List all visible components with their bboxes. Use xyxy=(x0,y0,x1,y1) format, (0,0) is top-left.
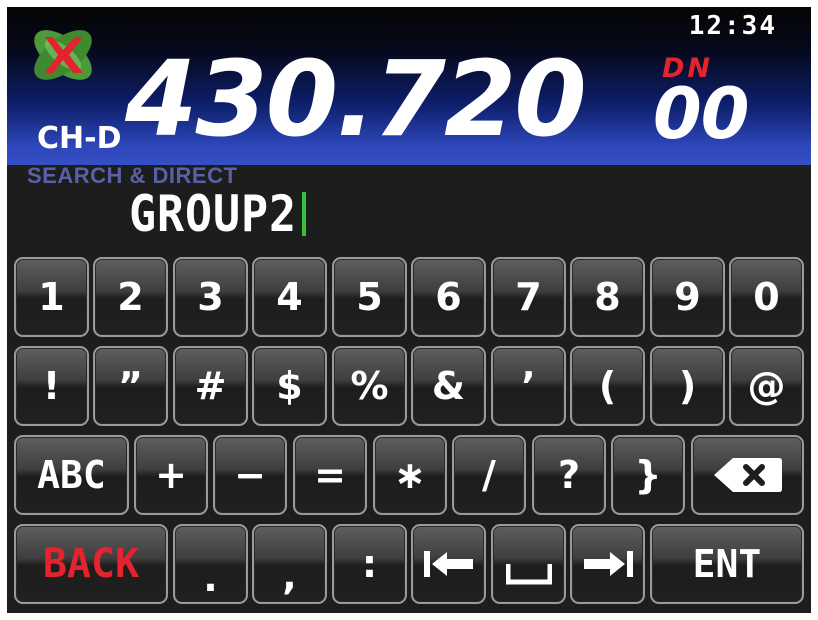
key-label: 8 xyxy=(594,275,621,319)
key-close-brace[interactable]: } xyxy=(611,435,685,515)
frequency-header: 12:34 DN 430.720 00 CH-D xyxy=(7,7,811,165)
key-slash[interactable]: / xyxy=(452,435,526,515)
key-asterisk[interactable]: ∗ xyxy=(373,435,447,515)
key-label: : xyxy=(361,542,378,586)
key-dollar[interactable]: $ xyxy=(252,346,327,426)
key-label: % xyxy=(350,364,389,408)
backspace-button[interactable] xyxy=(691,435,804,515)
key-5[interactable]: 5 xyxy=(332,257,407,337)
key-label: # xyxy=(194,364,227,408)
key-label: ? xyxy=(557,453,581,497)
key-label: ( xyxy=(598,364,617,408)
key-comma[interactable]: , xyxy=(252,524,327,604)
key-label: & xyxy=(431,364,466,408)
key-ampersand[interactable]: & xyxy=(411,346,486,426)
space-button[interactable] xyxy=(491,524,566,604)
backspace-icon xyxy=(713,458,782,492)
frequency-sub: 00 xyxy=(653,73,749,155)
clock: 12:34 xyxy=(688,11,777,41)
key-2[interactable]: 2 xyxy=(93,257,168,337)
key-close-paren[interactable]: ) xyxy=(650,346,725,426)
key-label: 1 xyxy=(38,275,65,319)
key-label: = xyxy=(314,453,346,497)
key-period[interactable]: . xyxy=(173,524,248,604)
cursor-left-button[interactable] xyxy=(411,524,486,604)
key-question[interactable]: ? xyxy=(532,435,606,515)
key-label: ’ xyxy=(521,364,536,408)
key-colon[interactable]: : xyxy=(332,524,407,604)
key-3[interactable]: 3 xyxy=(173,257,248,337)
cursor-left-icon xyxy=(423,551,473,577)
key-label: } xyxy=(634,453,662,497)
key-label: 2 xyxy=(117,275,144,319)
search-input[interactable]: GROUP2 xyxy=(129,185,306,243)
key-label: 7 xyxy=(515,275,542,319)
key-0[interactable]: 0 xyxy=(729,257,804,337)
key-label: ) xyxy=(678,364,697,408)
enter-button[interactable]: ENT xyxy=(650,524,804,604)
key-label: / xyxy=(482,453,496,497)
key-6[interactable]: 6 xyxy=(411,257,486,337)
key-exclamation[interactable]: ! xyxy=(14,346,89,426)
key-open-paren[interactable]: ( xyxy=(570,346,645,426)
key-8[interactable]: 8 xyxy=(570,257,645,337)
back-button[interactable]: BACK xyxy=(14,524,168,604)
key-label: @ xyxy=(747,364,786,408)
key-plus[interactable]: + xyxy=(134,435,208,515)
key-label: . xyxy=(203,556,218,600)
key-label: $ xyxy=(276,364,303,408)
key-label: + xyxy=(155,453,187,497)
key-percent[interactable]: % xyxy=(332,346,407,426)
key-double-quote[interactable]: ” xyxy=(93,346,168,426)
key-label: 6 xyxy=(435,275,462,319)
channel-label: CH-D xyxy=(37,121,122,156)
radio-brand-logo-icon xyxy=(34,30,92,80)
key-label: 3 xyxy=(197,275,224,319)
key-label: 0 xyxy=(753,275,780,319)
key-label: ∗ xyxy=(394,453,426,497)
key-label: , xyxy=(282,554,297,598)
key-minus[interactable]: − xyxy=(213,435,287,515)
key-apostrophe[interactable]: ’ xyxy=(491,346,566,426)
search-input-text: GROUP2 xyxy=(129,185,297,243)
key-label: 5 xyxy=(356,275,383,319)
text-cursor xyxy=(301,192,306,236)
key-label: 4 xyxy=(276,275,303,319)
radio-screen: 12:34 DN 430.720 00 CH-D SEARCH & DIRECT… xyxy=(7,7,811,613)
key-label: ” xyxy=(118,364,143,408)
key-label: 9 xyxy=(674,275,701,319)
enter-label: ENT xyxy=(692,542,762,586)
key-7[interactable]: 7 xyxy=(491,257,566,337)
cursor-right-button[interactable] xyxy=(570,524,645,604)
space-icon xyxy=(505,564,552,585)
abc-label: ABC xyxy=(37,453,106,497)
abc-button[interactable]: ABC xyxy=(14,435,129,515)
key-label: − xyxy=(234,453,266,497)
key-9[interactable]: 9 xyxy=(650,257,725,337)
key-equals[interactable]: = xyxy=(293,435,367,515)
cursor-right-icon xyxy=(583,551,633,577)
frequency-main: 430.720 xyxy=(125,38,587,160)
key-hash[interactable]: # xyxy=(173,346,248,426)
key-1[interactable]: 1 xyxy=(14,257,89,337)
key-label: ! xyxy=(42,364,61,408)
back-label: BACK xyxy=(42,541,140,587)
key-4[interactable]: 4 xyxy=(252,257,327,337)
key-at[interactable]: @ xyxy=(729,346,804,426)
